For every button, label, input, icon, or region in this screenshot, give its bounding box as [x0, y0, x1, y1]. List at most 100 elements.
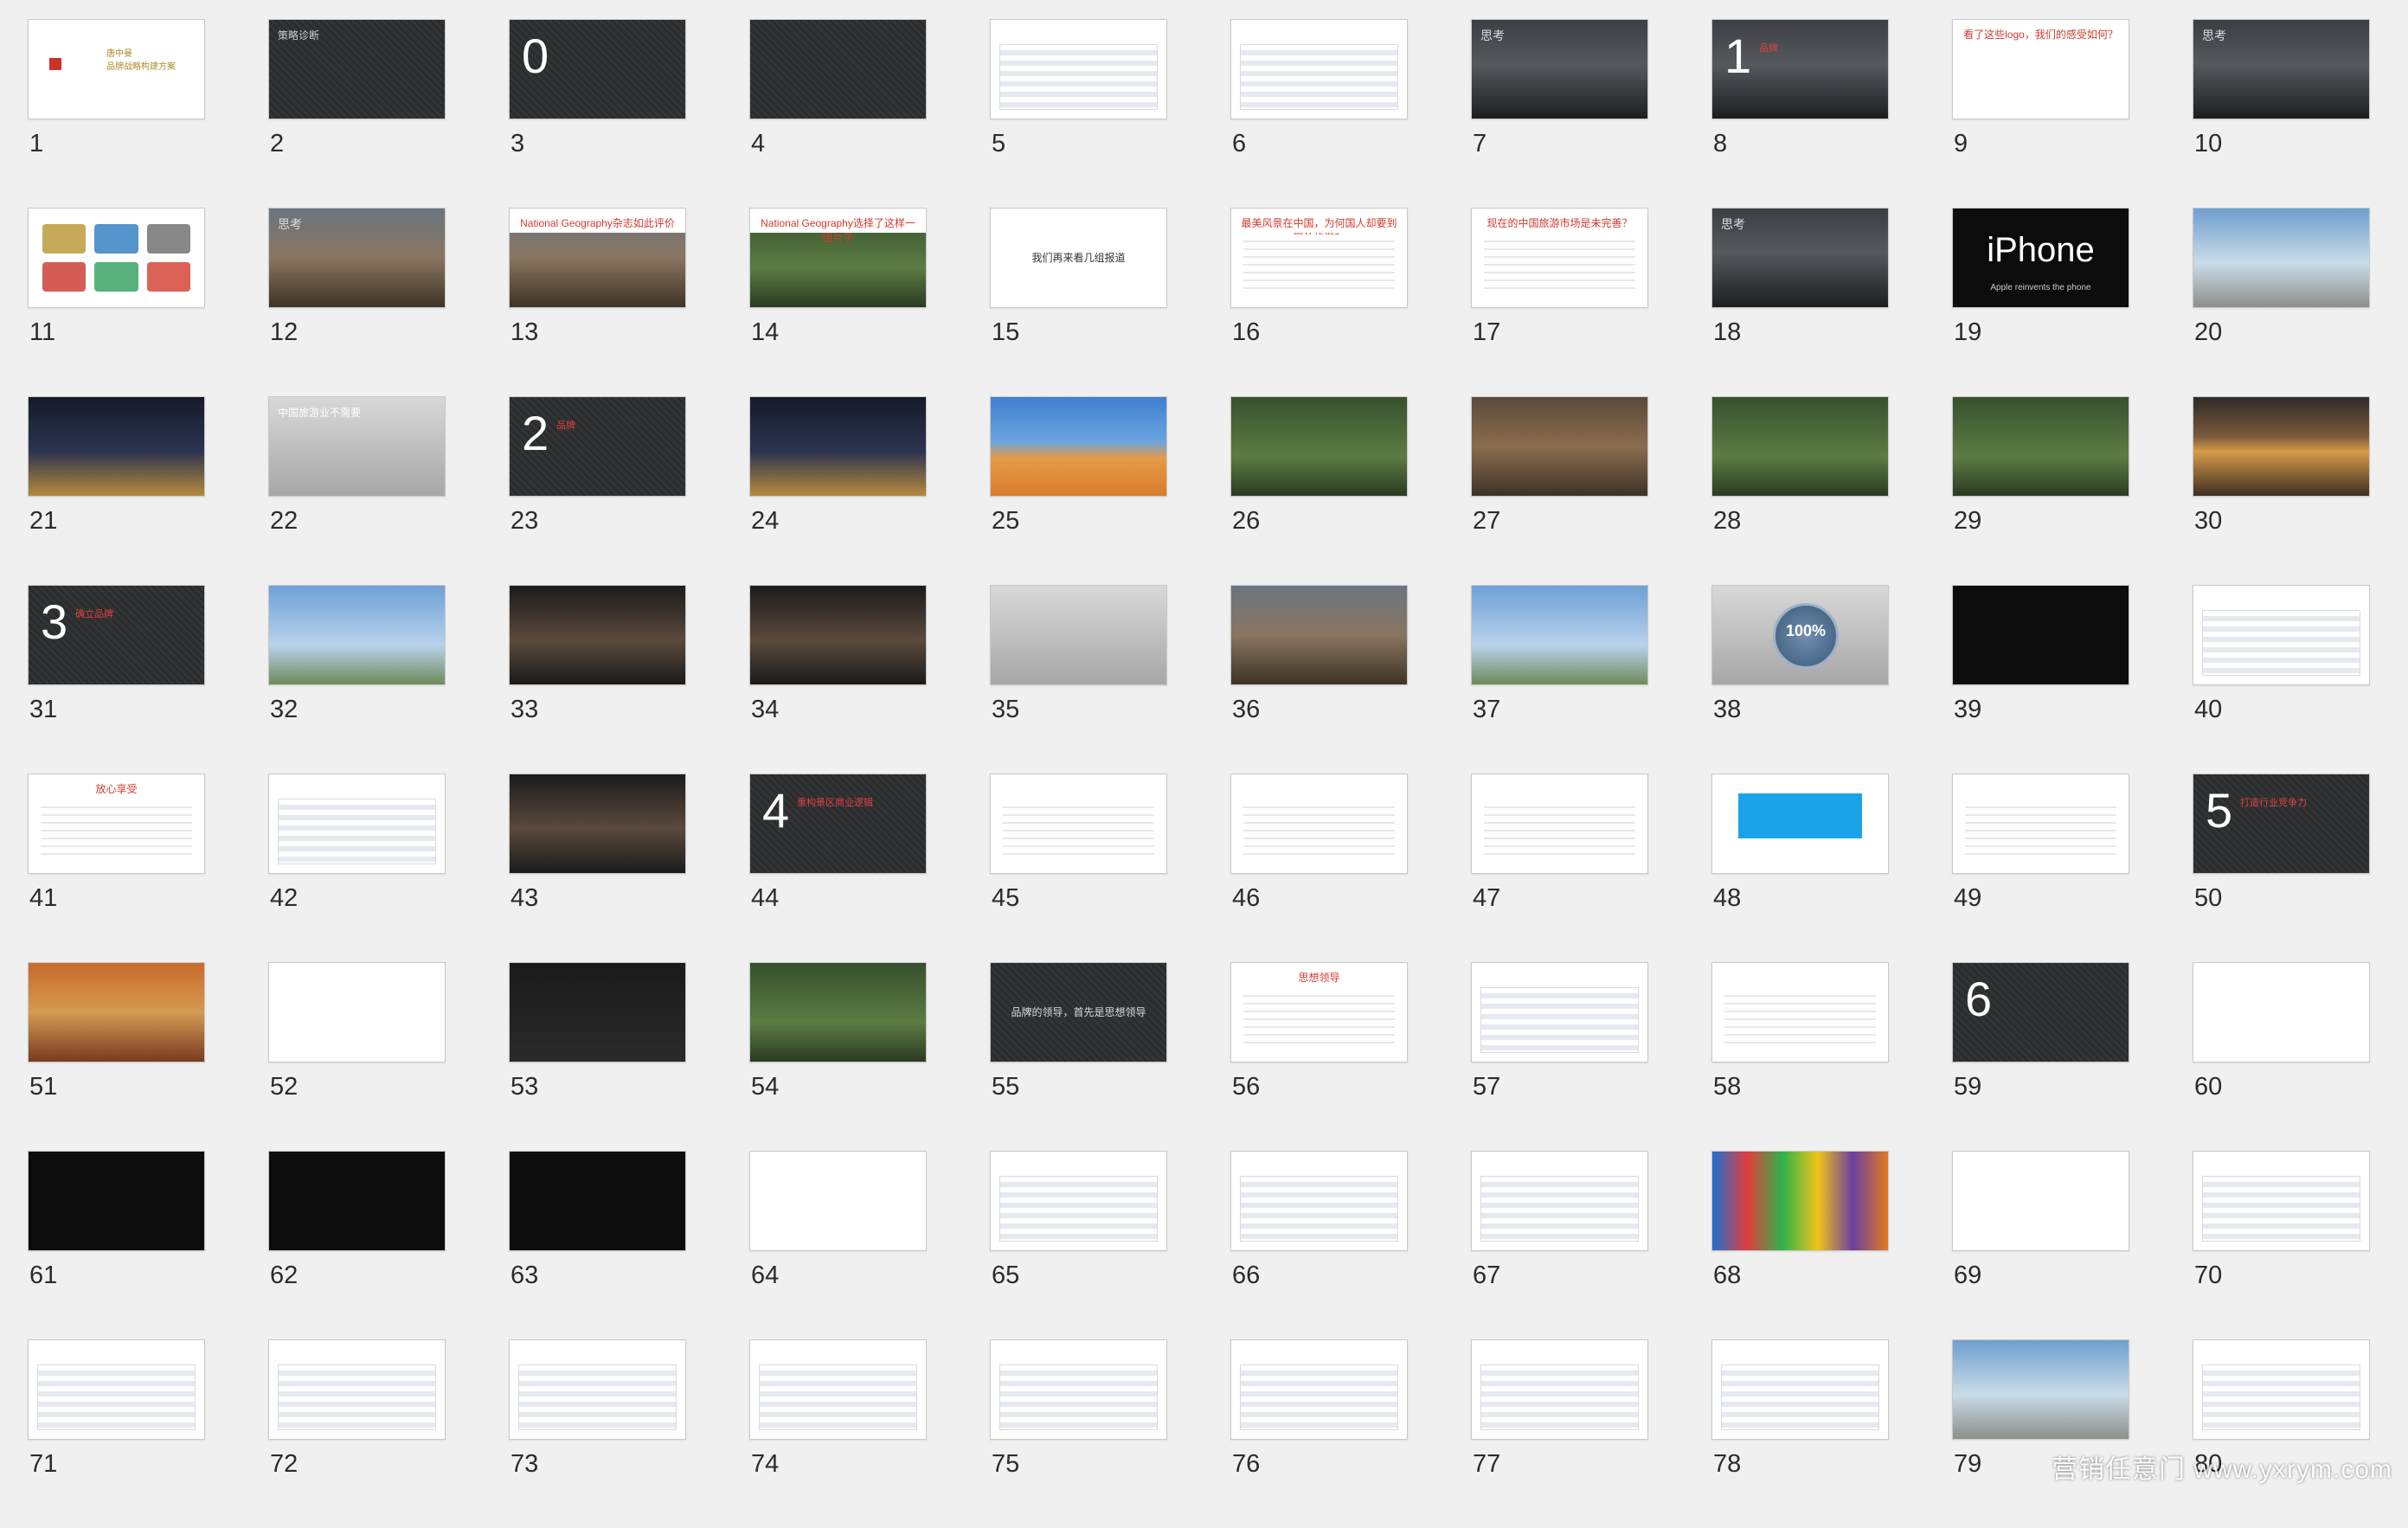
slide-thumbnail[interactable]: National Geography选择了这样一组片子: [749, 208, 927, 308]
slide-thumbnail-cell[interactable]: 我们再来看几组报道 15: [990, 208, 1167, 396]
slide-thumbnail-cell[interactable]: 65: [990, 1151, 1167, 1339]
slide-thumbnail[interactable]: [749, 585, 927, 685]
slide-thumbnail[interactable]: 3 确立品牌: [28, 585, 205, 685]
slide-thumbnail[interactable]: [990, 19, 1167, 119]
slide-thumbnail[interactable]: [1230, 1339, 1408, 1440]
slide-thumbnail[interactable]: [268, 585, 446, 685]
slide-thumbnail[interactable]: 100%: [1711, 585, 1889, 685]
slide-thumbnail[interactable]: [990, 774, 1167, 874]
slide-thumbnail[interactable]: iPhone Apple reinvents the phone: [1952, 208, 2129, 308]
slide-thumbnail-cell[interactable]: 74: [749, 1339, 927, 1528]
slide-thumbnail[interactable]: [749, 1339, 927, 1440]
slide-thumbnail-cell[interactable]: 中国旅游业不需要 22: [268, 396, 446, 585]
slide-thumbnail[interactable]: [1471, 774, 1648, 874]
slide-thumbnail[interactable]: [2193, 1339, 2370, 1440]
slide-thumbnail[interactable]: [1952, 1151, 2129, 1251]
slide-thumbnail[interactable]: 思考: [1711, 208, 1889, 308]
slide-thumbnail-cell[interactable]: 46: [1230, 774, 1408, 962]
slide-thumbnail-cell[interactable]: 03: [509, 19, 686, 208]
slide-thumbnail[interactable]: [1230, 774, 1408, 874]
slide-thumbnail[interactable]: National Geography杂志如此评价: [509, 208, 686, 308]
slide-thumbnail-cell[interactable]: 24: [749, 396, 927, 585]
slide-thumbnail[interactable]: [1952, 774, 2129, 874]
slide-thumbnail-cell[interactable]: 100% 38: [1711, 585, 1889, 774]
slide-thumbnail-cell[interactable]: 69: [1952, 1151, 2129, 1339]
slide-thumbnail-cell[interactable]: 1 品牌 8: [1711, 19, 1889, 208]
slide-thumbnail-cell[interactable]: 看了这些logo，我们的感受如何？ 9: [1952, 19, 2129, 208]
slide-thumbnail[interactable]: 唐中曼 品牌战略构建方案: [28, 19, 205, 119]
slide-thumbnail-cell[interactable]: 71: [28, 1339, 205, 1528]
slide-thumbnail[interactable]: 最美风景在中国，为何国人却要到国外旅游？: [1230, 208, 1408, 308]
slide-thumbnail-cell[interactable]: 53: [509, 962, 686, 1151]
slide-thumbnail[interactable]: [1952, 1339, 2129, 1440]
slide-thumbnail[interactable]: 放心享受: [28, 774, 205, 874]
slide-thumbnail[interactable]: [2193, 585, 2370, 685]
slide-thumbnail[interactable]: [509, 1151, 686, 1251]
slide-thumbnail[interactable]: [28, 962, 205, 1063]
slide-thumbnail-cell[interactable]: 37: [1471, 585, 1648, 774]
slide-thumbnail[interactable]: [28, 208, 205, 308]
slide-thumbnail-cell[interactable]: 5: [990, 19, 1167, 208]
slide-thumbnail[interactable]: [2193, 962, 2370, 1063]
slide-thumbnail[interactable]: [1230, 396, 1408, 497]
slide-thumbnail[interactable]: [1471, 1339, 1648, 1440]
slide-thumbnail[interactable]: [1471, 396, 1648, 497]
slide-thumbnail-cell[interactable]: 2 品牌 23: [509, 396, 686, 585]
slide-thumbnail[interactable]: 2 品牌: [509, 396, 686, 497]
slide-thumbnail-cell[interactable]: 61: [28, 1151, 205, 1339]
slide-thumbnail[interactable]: [990, 396, 1167, 497]
slide-thumbnail[interactable]: 我们再来看几组报道: [990, 208, 1167, 308]
slide-thumbnail-cell[interactable]: 思考 12: [268, 208, 446, 396]
slide-thumbnail-cell[interactable]: 思考 18: [1711, 208, 1889, 396]
slide-thumbnail[interactable]: [1230, 1151, 1408, 1251]
slide-thumbnail-cell[interactable]: iPhone Apple reinvents the phone 19: [1952, 208, 2129, 396]
slide-thumbnail[interactable]: 5 打造行业竞争力: [2193, 774, 2370, 874]
slide-thumbnail[interactable]: 思考: [2193, 19, 2370, 119]
slide-thumbnail[interactable]: [509, 962, 686, 1063]
slide-thumbnail-cell[interactable]: 26: [1230, 396, 1408, 585]
slide-thumbnail-cell[interactable]: 54: [749, 962, 927, 1151]
slide-thumbnail-cell[interactable]: 51: [28, 962, 205, 1151]
slide-thumbnail-cell[interactable]: 72: [268, 1339, 446, 1528]
slide-thumbnail[interactable]: [268, 962, 446, 1063]
slide-thumbnail[interactable]: [1952, 396, 2129, 497]
slide-thumbnail-cell[interactable]: 20: [2193, 208, 2370, 396]
slide-thumbnail-cell[interactable]: 78: [1711, 1339, 1889, 1528]
slide-thumbnail[interactable]: [1711, 1339, 1889, 1440]
slide-thumbnail-cell[interactable]: 40: [2193, 585, 2370, 774]
slide-thumbnail-cell[interactable]: 6: [1230, 19, 1408, 208]
slide-thumbnail[interactable]: [268, 774, 446, 874]
slide-thumbnail-cell[interactable]: 唐中曼 品牌战略构建方案 1: [28, 19, 205, 208]
slide-thumbnail-cell[interactable]: 思想领导 56: [1230, 962, 1408, 1151]
slide-thumbnail-cell[interactable]: 77: [1471, 1339, 1648, 1528]
slide-thumbnail-cell[interactable]: 4 重构景区商业逻辑 44: [749, 774, 927, 962]
slide-thumbnail-cell[interactable]: 66: [1230, 1151, 1408, 1339]
slide-thumbnail-cell[interactable]: 现在的中国旅游市场是未完善？ 17: [1471, 208, 1648, 396]
slide-thumbnail-cell[interactable]: 62: [268, 1151, 446, 1339]
slide-thumbnail[interactable]: [1711, 774, 1889, 874]
slide-thumbnail-cell[interactable]: 品牌的领导，首先是思想领导 55: [990, 962, 1167, 1151]
slide-thumbnail-cell[interactable]: 39: [1952, 585, 2129, 774]
slide-thumbnail-cell[interactable]: 6 59: [1952, 962, 2129, 1151]
slide-thumbnail-cell[interactable]: 35: [990, 585, 1167, 774]
slide-thumbnail-cell[interactable]: 3 确立品牌 31: [28, 585, 205, 774]
slide-thumbnail[interactable]: 看了这些logo，我们的感受如何？: [1952, 19, 2129, 119]
slide-thumbnail-cell[interactable]: 11: [28, 208, 205, 396]
slide-thumbnail-cell[interactable]: 32: [268, 585, 446, 774]
slide-thumbnail[interactable]: 中国旅游业不需要: [268, 396, 446, 497]
slide-thumbnail-cell[interactable]: 30: [2193, 396, 2370, 585]
slide-thumbnail[interactable]: [268, 1151, 446, 1251]
slide-thumbnail[interactable]: [990, 1339, 1167, 1440]
slide-thumbnail[interactable]: 策略诊断: [268, 19, 446, 119]
slide-thumbnail[interactable]: [1711, 962, 1889, 1063]
slide-thumbnail-cell[interactable]: 49: [1952, 774, 2129, 962]
slide-thumbnail-cell[interactable]: 67: [1471, 1151, 1648, 1339]
slide-thumbnail[interactable]: [990, 1151, 1167, 1251]
slide-thumbnail-cell[interactable]: 76: [1230, 1339, 1408, 1528]
slide-thumbnail-cell[interactable]: 58: [1711, 962, 1889, 1151]
slide-thumbnail[interactable]: 思考: [1471, 19, 1648, 119]
slide-thumbnail[interactable]: [749, 1151, 927, 1251]
slide-thumbnail[interactable]: 6: [1952, 962, 2129, 1063]
slide-thumbnail[interactable]: [1711, 1151, 1889, 1251]
slide-thumbnail[interactable]: [28, 1339, 205, 1440]
